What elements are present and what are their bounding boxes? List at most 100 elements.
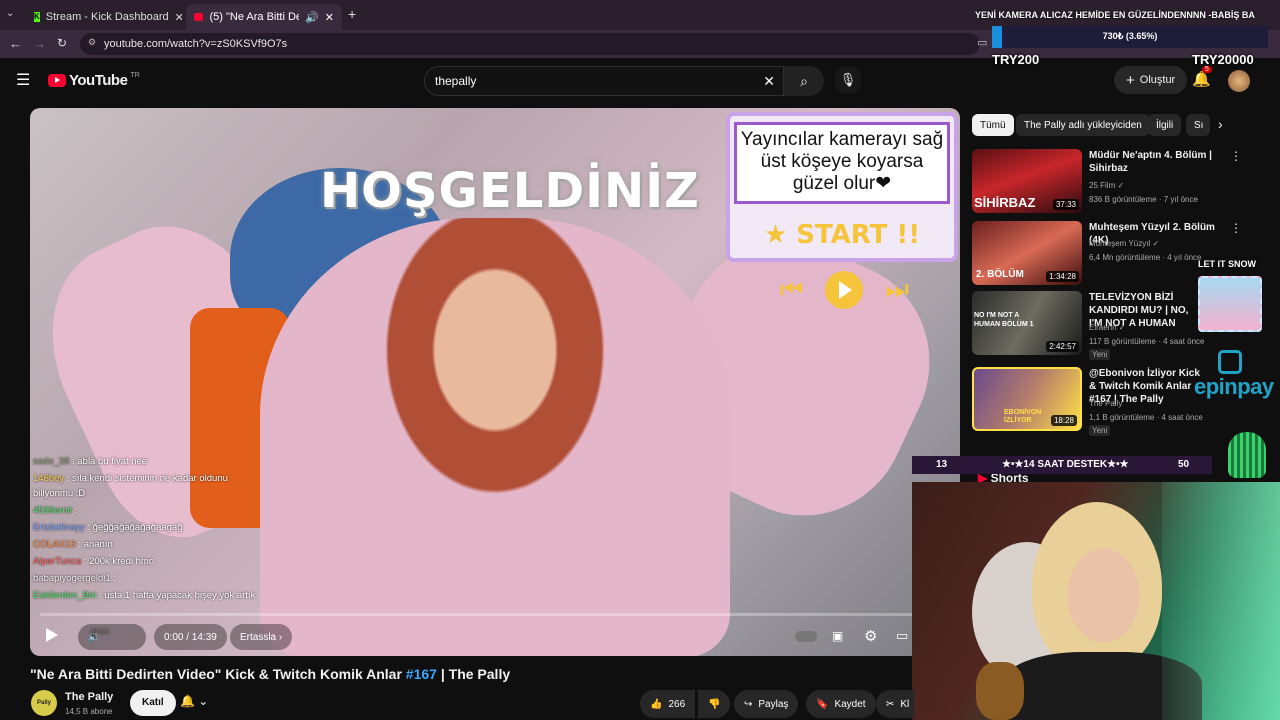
video-title-heading: "Ne Ara Bitti Dedirten Video" Kick & Twi…	[30, 666, 511, 682]
donation-goal-bar: 730₺ (3.65%)	[992, 26, 1268, 48]
theater-mode-icon[interactable]: ▭	[896, 628, 908, 644]
save-button[interactable]: 🔖 Kaydet	[806, 690, 876, 718]
youtube-icon	[194, 13, 204, 21]
audio-icon[interactable]: 🔊	[305, 11, 319, 24]
autoplay-toggle[interactable]	[795, 631, 817, 642]
tab-youtube-video[interactable]: (5) "Ne Ara Bitti Dedirten V 🔊 ✕	[186, 4, 342, 30]
thumbnail-text: EBONİVON İZLİYOR	[1004, 409, 1042, 424]
volume-control[interactable]: 🔉	[78, 624, 146, 650]
chip-from-uploader[interactable]: The Pally adlı yükleyiciden	[1016, 114, 1150, 136]
clip-button[interactable]: ✂ Kl	[876, 690, 914, 718]
thumbnail-text: 2. BÖLÜM	[976, 269, 1024, 280]
chevron-down-icon: ⌄	[198, 694, 209, 708]
video-thumbnail[interactable]: EBONİVON İZLİYOR 18:28	[972, 367, 1082, 431]
url-field[interactable]: ⚙ youtube.com/watch?v=zS0KSVf9O7s	[80, 33, 980, 55]
chat-line: AlperTunca : 200k kredi hmo	[33, 556, 155, 567]
chapter-button[interactable]: Ertassla ›	[230, 624, 293, 650]
logo-country: TR	[130, 72, 140, 79]
chat-line: Eskilerden_Biri : usta 1 hafta yapacak b…	[33, 590, 256, 601]
clear-search-icon[interactable]: ✕	[763, 73, 775, 90]
youtube-logo-icon	[48, 74, 66, 87]
forward-icon[interactable]: →	[33, 36, 46, 51]
bell-icon: 🔔	[180, 694, 195, 708]
video-thumbnail[interactable]: 2. BÖLÜM 1:34:28	[972, 221, 1082, 285]
search-button[interactable]: ⌕	[784, 66, 824, 96]
chat-line: sado_38 : abla bu fiyat nee	[33, 456, 148, 467]
chat-line: babapiyogergeldi1 :	[33, 573, 116, 584]
subscription-bell-button[interactable]: 🔔 ⌄	[180, 694, 208, 708]
new-tab-button[interactable]: +	[348, 6, 356, 22]
let-it-snow-text: LET IT SNOW	[1198, 259, 1256, 269]
more-actions-icon[interactable]: ⋮	[1230, 221, 1242, 235]
chat-line: 146bey : sıla kendi sisteminin ne kadar …	[33, 473, 228, 484]
kick-icon: K	[34, 12, 40, 22]
settings-icon[interactable]: ⚙	[864, 627, 877, 645]
subtitles-icon[interactable]: ▣	[832, 629, 843, 643]
channel-name: Elraenn ✓	[1089, 323, 1126, 332]
start-label: ★ START !!	[763, 220, 921, 250]
video-thumbnail[interactable]: NO I'M NOT A HUMAN BÖLÜM 1 2:42:57	[972, 291, 1082, 355]
create-button[interactable]: + Oluştur	[1114, 66, 1188, 94]
share-button[interactable]: ↪ Paylaş	[734, 690, 799, 718]
thumbnail-text: NO I'M NOT A HUMAN BÖLÜM 1	[974, 312, 1034, 328]
chip-all[interactable]: Tümü	[972, 114, 1014, 136]
sponsor-logo: epinpay	[1194, 350, 1280, 400]
video-meta: 836 B görüntüleme · 7 yıl önce	[1089, 195, 1198, 204]
more-actions-icon[interactable]: ⋮	[1230, 149, 1242, 163]
tab-close-icon[interactable]: ✕	[175, 11, 182, 24]
progress-bar[interactable]	[40, 613, 940, 616]
tab-title: (5) "Ne Ara Bitti Dedirten V	[209, 11, 300, 23]
new-badge: Yeni	[1089, 349, 1111, 360]
subathon-text: ★•★14 SAAT DESTEK★•★	[1002, 459, 1129, 470]
play-circle-icon	[825, 271, 864, 309]
sponsor-text: epinpay	[1194, 374, 1274, 399]
channel-avatar[interactable]: Pally	[31, 690, 57, 716]
chevron-right-icon[interactable]: ›	[1218, 116, 1223, 132]
hashtag-link[interactable]: #167	[406, 666, 437, 682]
player-controls: 🔉 0:00 / 14:39 Ertassla › ▣ ⚙ ▭	[30, 620, 960, 656]
youtube-logo[interactable]: YouTube TR	[48, 72, 140, 89]
thumbnail-text: SİHİRBAZ	[974, 195, 1036, 210]
tab-close-icon[interactable]: ✕	[325, 11, 334, 24]
thumb-down-icon: 👎	[708, 698, 721, 710]
cast-icon[interactable]: ▭	[977, 36, 987, 49]
channel-name: 25 Film ✓	[1089, 181, 1125, 190]
volume-icon: 🔉	[88, 631, 101, 643]
like-count: 266	[668, 698, 686, 710]
site-info-icon[interactable]: ⚙	[88, 37, 96, 48]
recommended-video[interactable]: SİHİRBAZ 37:33 Müdür Ne'aptın 4. Bölüm |…	[972, 149, 1272, 215]
channel-name-link[interactable]: The Pally	[65, 691, 113, 703]
video-meta: 1,1 B görüntüleme · 4 saat önce	[1089, 413, 1203, 422]
duration-badge: 1:34:28	[1046, 271, 1079, 282]
like-button[interactable]: 👍 266	[640, 690, 696, 718]
back-icon[interactable]: ←	[9, 36, 22, 51]
tab-list-chevron-icon[interactable]: ⌄	[6, 8, 20, 22]
chat-line: Ertsbelinayy : ğeğğağağağağaagağ	[33, 522, 183, 533]
emote-icon	[1228, 432, 1266, 478]
let-it-snow-widget: LET IT SNOW	[1198, 254, 1268, 334]
fast-forward-icon: ⏭	[885, 274, 909, 304]
snow-globe-image	[1198, 276, 1262, 332]
menu-icon[interactable]: ☰	[16, 70, 30, 90]
search-icon: ⌕	[800, 72, 808, 89]
voice-search-button[interactable]: 🎙	[834, 66, 862, 94]
video-frame-person	[260, 218, 730, 656]
youtube-header: ☰ YouTube TR thepally ✕ ⌕ 🎙 + Oluştur 🔔 …	[0, 58, 1280, 106]
play-button[interactable]	[46, 628, 58, 642]
video-player[interactable]: HOŞGELDİNİZ Yayıncılar kamerayı sağ üst …	[30, 108, 960, 656]
avatar[interactable]	[1228, 70, 1250, 92]
search-input[interactable]: thepally ✕	[424, 66, 784, 96]
notifications-button[interactable]: 🔔 5	[1192, 66, 1212, 88]
video-title[interactable]: Müdür Ne'aptın 4. Bölüm | Sihirbaz	[1089, 149, 1229, 175]
dislike-button[interactable]: 👎	[698, 690, 731, 718]
video-thumbnail[interactable]: SİHİRBAZ 37:33	[972, 149, 1082, 213]
reload-icon[interactable]: ↻	[57, 36, 67, 50]
create-label: Oluştur	[1139, 74, 1176, 86]
chip-more[interactable]: Sı	[1186, 114, 1210, 136]
tab-kick-dashboard[interactable]: K Stream - Kick Dashboard ✕	[26, 4, 182, 30]
join-button[interactable]: Katıl	[130, 690, 176, 716]
chip-related[interactable]: İlgili	[1148, 114, 1182, 136]
share-icon: ↪	[744, 698, 753, 710]
new-badge: Yeni	[1089, 425, 1111, 436]
stream-note-text: Yayıncılar kamerayı sağ üst köşeye koyar…	[734, 122, 950, 204]
